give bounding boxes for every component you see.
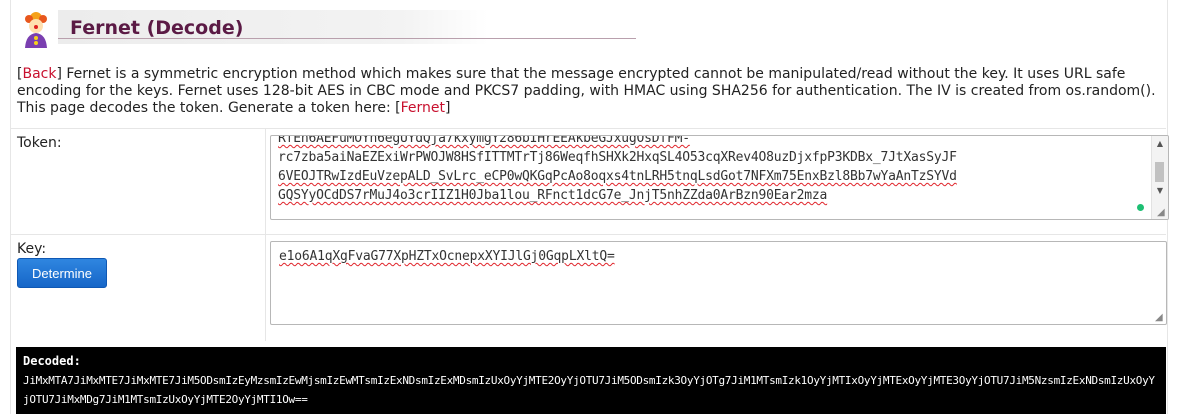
token-input[interactable]: RfEh6AEFuMOYn6egUYdQja7kxymgY286bIHrEEAk… [270, 135, 1169, 220]
decoded-value: JiMxMTA7JiMxMTE7JiMxMTE7JiM5ODsmIzEyMzsm… [23, 374, 1155, 406]
intro-text: Fernet is a symmetric encryption method … [17, 66, 1156, 116]
token-line-2: rc7zba5aiNaEZExiWrPWOJW8HSfITTMTrTj86Weq… [278, 150, 957, 165]
token-line-4: GQSYyOCdDS7rMuJ4o3crIIZ1H0Jba1lou_RFnct1… [278, 188, 828, 203]
token-text: RfEh6AEFuMOYn6egUYdQja7kxymgY286bIHrEEAk… [278, 135, 1148, 205]
key-label: Key: [17, 241, 47, 257]
token-line-1: RfEh6AEFuMOYn6egUYdQja7kxymgY286bIHrEEAk… [278, 135, 690, 146]
status-dot-icon [1137, 204, 1144, 211]
key-resize-grip-icon[interactable]: ◢ [1155, 313, 1165, 323]
clown-logo-icon [25, 12, 47, 48]
page-title: Fernet (Decode) [70, 17, 244, 39]
back-link[interactable]: Back [22, 66, 56, 82]
intro-paragraph: [Back] Fernet is a symmetric encryption … [17, 66, 1156, 116]
decoded-output: Decoded: JiMxMTA7JiMxMTE7JiMxMTE7JiM5ODs… [16, 347, 1166, 414]
key-input[interactable]: e1o6A1qXgFvaG77XpHZTxOcnepxXYIJlGj0GqpLX… [270, 241, 1167, 325]
token-label: Token: [17, 135, 62, 151]
scroll-down-icon[interactable]: ▼ [1155, 186, 1165, 196]
key-value: e1o6A1qXgFvaG77XpHZTxOcnepxXYIJlGj0GqpLX… [279, 249, 615, 264]
decoded-label: Decoded: [23, 354, 81, 368]
key-label-cell: Key: [10, 235, 266, 341]
token-label-cell: Token: [10, 129, 266, 234]
intro-text-end: ] [445, 100, 451, 116]
token-line-3: 6VEOJTRwIzdEuVzepALD_SvLrc_eCP0wQKGqPcAo… [278, 169, 957, 184]
scroll-up-icon[interactable]: ▲ [1155, 139, 1165, 149]
scroll-thumb[interactable] [1155, 162, 1164, 182]
resize-grip-icon[interactable]: ◢ [1157, 208, 1167, 218]
fernet-link[interactable]: Fernet [401, 100, 445, 116]
determine-button[interactable]: Determine [17, 258, 107, 288]
